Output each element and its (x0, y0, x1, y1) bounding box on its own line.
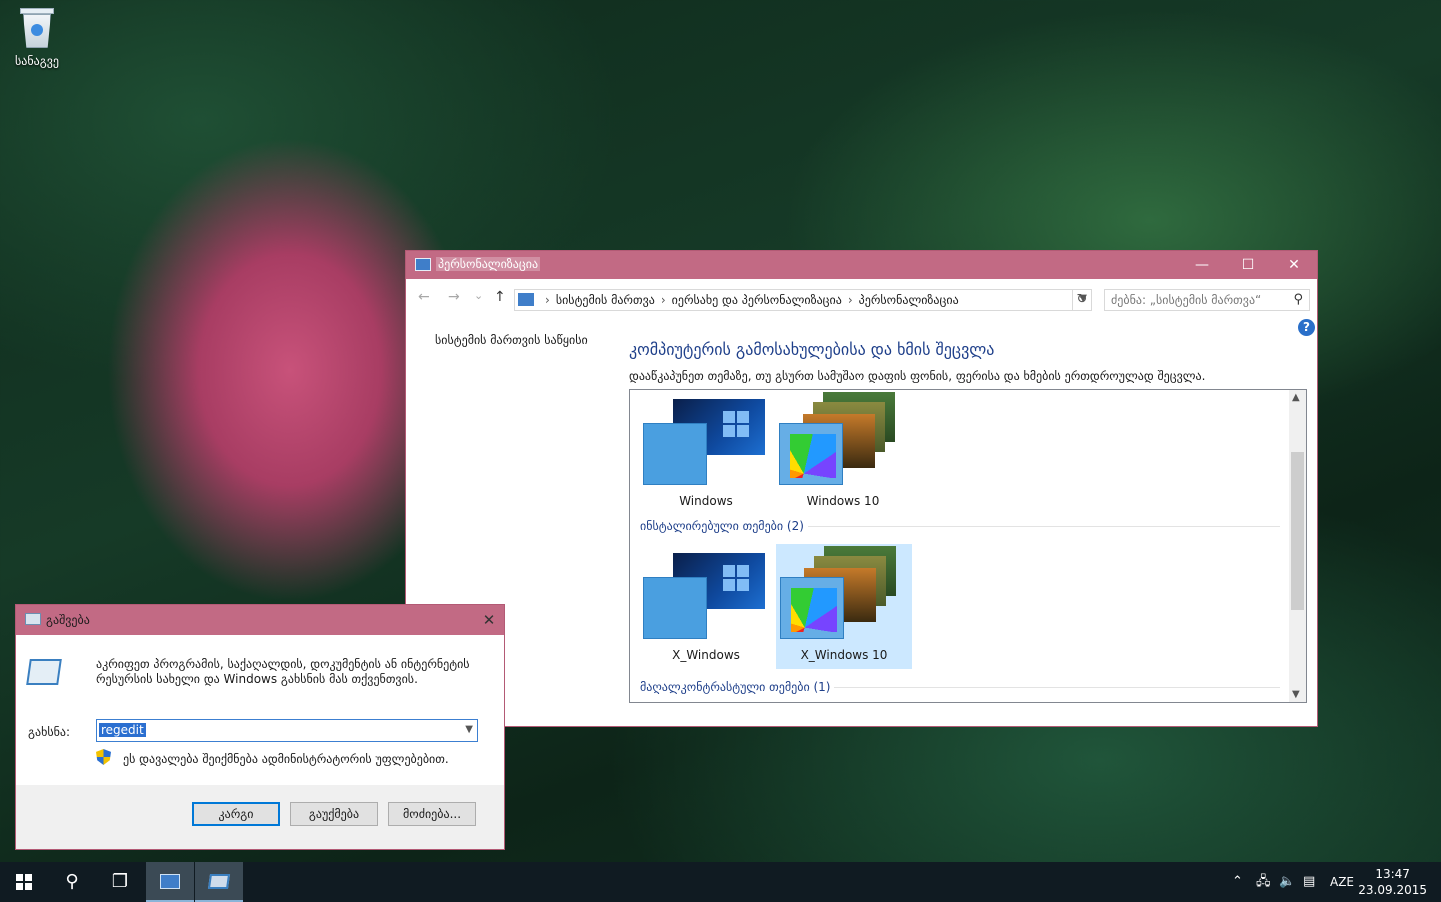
open-combobox[interactable]: regedit ▼ (96, 719, 478, 742)
theme-name: Windows (679, 494, 733, 508)
search-placeholder: ძებნა: „სისტემის მართვა“ (1111, 293, 1262, 307)
address-row: ← → ⌄ ↑ › სისტემის მართვა › იერსახე და პერს… (406, 279, 1317, 319)
clock-date: 23.09.2015 (1358, 883, 1427, 897)
installed-themes-group[interactable]: ინსტალირებული თემები (2) (640, 519, 808, 533)
run-icon (207, 874, 231, 889)
dialog-titlebar[interactable]: გაშვება ✕ (16, 605, 504, 635)
minimize-button[interactable]: — (1179, 251, 1225, 279)
show-hidden-icons-icon[interactable]: ⌃ (1232, 862, 1243, 902)
ok-button[interactable]: კარგი (192, 802, 280, 826)
action-center-icon[interactable]: ▤ (1303, 862, 1315, 902)
admin-note: ეს დავალება შეიქმნება ადმინისტრატორის უფ… (123, 752, 449, 766)
theme-name: X_Windows 10 (800, 648, 888, 662)
run-dialog: გაშვება ✕ აკრიფეთ პროგრამის, საქაღალდის,… (15, 604, 505, 850)
taskbar-run[interactable] (195, 862, 243, 902)
theme-name: Windows 10 (806, 494, 880, 508)
theme-name: X_Windows (672, 648, 740, 662)
window-titlebar[interactable]: პერსონალიზაცია — ☐ ✕ (406, 251, 1317, 279)
volume-icon[interactable]: 🔈 (1279, 862, 1295, 902)
dialog-description: აკრიფეთ პროგრამის, საქაღალდის, დოკუმენტი… (96, 657, 470, 686)
breadcrumb: › სისტემის მართვა › იერსახე და პერსონალიზაც… (539, 293, 959, 307)
dialog-footer: კარგი გაუქმება მოძიება... (16, 785, 504, 849)
chevron-down-icon[interactable]: ▼ (465, 724, 473, 735)
refresh-button[interactable]: ↻ (1072, 289, 1092, 311)
recent-locations-icon[interactable]: ⌄ (474, 289, 483, 302)
windows-logo-icon (723, 411, 749, 437)
open-label: გახსნა: (28, 725, 71, 739)
up-arrow-icon[interactable]: ↑ (494, 289, 506, 305)
page-description: დააწკაპუნეთ თემაზე, თუ გსურთ სამუშაო დაფ… (629, 369, 1206, 383)
back-arrow-icon[interactable]: ← (418, 289, 430, 305)
recycle-bin-label: სანაგვე (15, 54, 59, 68)
run-large-icon (26, 659, 62, 685)
clock[interactable]: 13:47 23.09.2015 (1358, 866, 1427, 898)
control-panel-icon (415, 258, 431, 271)
page-title: კომპიუტერის გამოსახულებისა და ხმის შეცვლ… (629, 340, 995, 359)
language-indicator[interactable]: AZE (1330, 862, 1354, 902)
theme-windows-10[interactable]: Windows 10 (775, 390, 911, 515)
address-bar[interactable]: › სისტემის მართვა › იერსახე და პერსონალიზაც… (514, 289, 1092, 311)
network-icon[interactable]: 🖧 (1256, 862, 1271, 902)
forward-arrow-icon[interactable]: → (448, 289, 460, 305)
help-icon[interactable]: ? (1298, 319, 1315, 336)
breadcrumb-control-panel[interactable]: სისტემის მართვა (556, 293, 655, 307)
themes-list[interactable]: Windows Windows 10 ინსტალირებული თემები … (629, 389, 1307, 703)
taskbar-control-panel[interactable] (146, 862, 194, 902)
recycle-bin-icon (17, 6, 57, 50)
maximize-button[interactable]: ☐ (1225, 251, 1271, 279)
windows-logo-icon (16, 874, 32, 890)
cancel-button[interactable]: გაუქმება (290, 802, 378, 826)
search-button[interactable]: ⚲ (48, 862, 96, 902)
open-input-value[interactable]: regedit (99, 723, 146, 737)
close-button[interactable]: ✕ (474, 605, 504, 635)
theme-x-windows-10[interactable]: X_Windows 10 (776, 544, 912, 669)
theme-x-windows[interactable]: X_Windows (638, 544, 774, 669)
scroll-up-icon[interactable]: ▲ (1292, 392, 1300, 403)
uac-shield-icon (96, 749, 111, 765)
window-title: პერსონალიზაცია (436, 257, 541, 271)
breadcrumb-appearance[interactable]: იერსახე და პერსონალიზაცია (672, 293, 842, 307)
breadcrumb-separator: › (847, 293, 853, 307)
recycle-bin-desktop-icon[interactable]: სანაგვე (6, 6, 68, 68)
taskbar: ⚲ ❐ ⌃ 🖧 🔈 ▤ AZE 13:47 23.09.2015 (0, 862, 1441, 902)
browse-button[interactable]: მოძიება... (388, 802, 476, 826)
theme-windows[interactable]: Windows (638, 390, 774, 515)
color-fan-icon (791, 588, 837, 632)
task-view-icon: ❐ (111, 871, 129, 892)
scroll-down-icon[interactable]: ▼ (1292, 689, 1300, 700)
breadcrumb-separator: › (660, 293, 666, 307)
search-input[interactable]: ძებნა: „სისტემის მართვა“ ⚲ (1104, 289, 1310, 311)
start-button[interactable] (0, 862, 48, 902)
breadcrumb-personalization[interactable]: პერსონალიზაცია (859, 293, 959, 307)
personalization-window: პერსონალიზაცია — ☐ ✕ ← → ⌄ ↑ › სისტემის მ… (405, 250, 1318, 727)
clock-time: 13:47 (1375, 867, 1410, 881)
search-icon: ⚲ (65, 871, 79, 892)
close-button[interactable]: ✕ (1271, 251, 1317, 279)
color-fan-icon (790, 434, 836, 478)
control-panel-home-link[interactable]: სისტემის მართვის საწყისი (435, 333, 588, 347)
vertical-scrollbar[interactable]: ▲ ▼ (1289, 390, 1306, 702)
run-icon (25, 613, 41, 625)
control-panel-icon (518, 293, 534, 306)
windows-logo-icon (723, 565, 749, 591)
control-panel-icon (160, 874, 180, 889)
high-contrast-themes-group[interactable]: მაღალკონტრასტული თემები (1) (640, 680, 835, 694)
task-view-button[interactable]: ❐ (96, 862, 144, 902)
scrollbar-thumb[interactable] (1291, 452, 1304, 610)
breadcrumb-separator: › (545, 293, 550, 307)
search-icon: ⚲ (1293, 292, 1303, 307)
dialog-title: გაშვება (46, 613, 90, 627)
